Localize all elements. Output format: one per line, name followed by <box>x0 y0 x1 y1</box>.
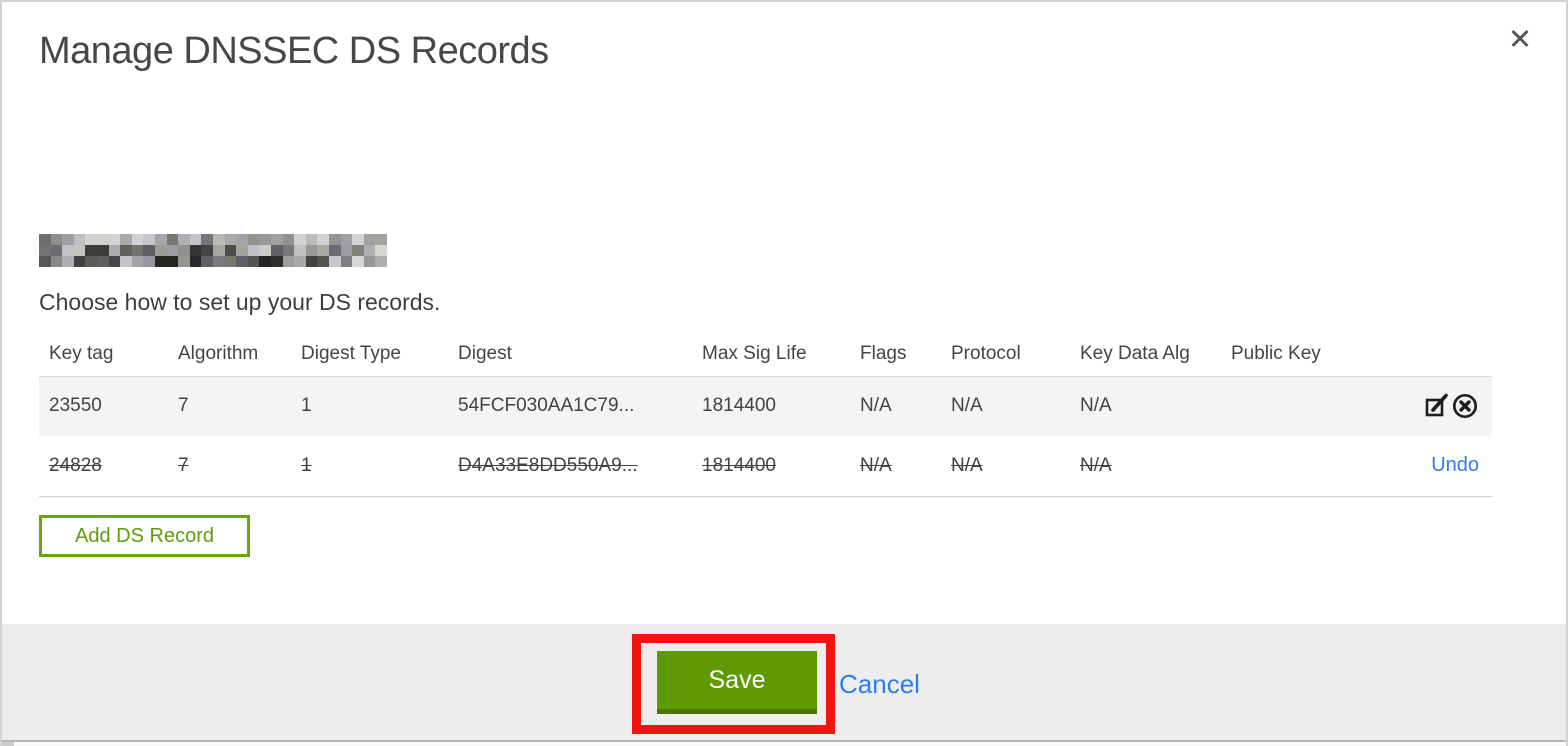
col-header-protocol: Protocol <box>951 342 1021 364</box>
cell-digest-type: 1 <box>301 395 312 417</box>
col-header-public-key: Public Key <box>1231 342 1321 364</box>
dnssec-modal: Manage DNSSEC DS Records ✕ Choose how to… <box>0 0 1568 746</box>
cell-digest-type: 1 <box>301 454 312 476</box>
edit-record-icon[interactable] <box>1423 392 1451 420</box>
close-icon[interactable]: ✕ <box>1500 20 1540 60</box>
col-header-digest-type: Digest Type <box>301 342 401 364</box>
cell-public-key <box>1221 436 1352 496</box>
cell-algorithm: 7 <box>178 454 189 476</box>
cell-protocol: N/A <box>951 395 983 417</box>
page-title: Manage DNSSEC DS Records <box>39 30 549 72</box>
row-actions: Undo <box>1352 436 1492 496</box>
cell-digest: 54FCF030AA1C79... <box>458 395 635 417</box>
col-header-actions <box>1352 332 1492 376</box>
col-header-key-data-alg: Key Data Alg <box>1080 342 1190 364</box>
cell-flags: N/A <box>860 454 892 476</box>
cell-key-data-alg: N/A <box>1080 454 1112 476</box>
modal-bottom-edge <box>2 740 1566 746</box>
cell-algorithm: 7 <box>178 395 189 417</box>
cell-max-sig-life: 1814400 <box>702 395 776 417</box>
col-header-digest: Digest <box>458 342 512 364</box>
cell-key-tag: 24828 <box>49 454 102 476</box>
col-header-key-tag: Key tag <box>49 342 114 364</box>
save-button[interactable]: Save <box>657 651 817 714</box>
row-actions <box>1352 376 1492 436</box>
add-ds-record-button[interactable]: Add DS Record <box>39 515 250 557</box>
delete-record-icon[interactable] <box>1451 392 1479 420</box>
col-header-flags: Flags <box>860 342 907 364</box>
domain-name-redacted <box>39 234 387 267</box>
col-header-algorithm: Algorithm <box>178 342 259 364</box>
cancel-link[interactable]: Cancel <box>839 669 920 700</box>
bottom-left-notch <box>2 742 14 746</box>
table-header-row: Key tag Algorithm Digest Type Digest Max… <box>39 332 1492 376</box>
ds-records-table: Key tag Algorithm Digest Type Digest Max… <box>39 332 1492 497</box>
undo-link[interactable]: Undo <box>1431 454 1479 476</box>
cell-digest: D4A33E8DD550A9... <box>458 454 638 476</box>
cell-key-data-alg: N/A <box>1080 395 1112 417</box>
table-row-deleted: 24828 7 1 D4A33E8DD550A9... 1814400 N/A … <box>39 436 1492 496</box>
instruction-text: Choose how to set up your DS records. <box>39 289 441 315</box>
cell-max-sig-life: 1814400 <box>702 454 776 476</box>
cell-flags: N/A <box>860 395 892 417</box>
table-row: 23550 7 1 54FCF030AA1C79... 1814400 N/A … <box>39 376 1492 436</box>
cell-protocol: N/A <box>951 454 983 476</box>
cell-key-tag: 23550 <box>49 395 102 417</box>
col-header-max-sig-life: Max Sig Life <box>702 342 807 364</box>
cell-public-key <box>1221 376 1352 436</box>
